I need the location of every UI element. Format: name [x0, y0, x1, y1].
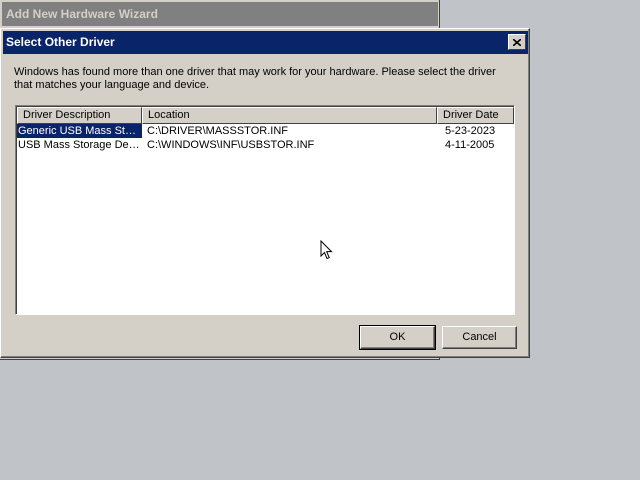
select-other-driver-dialog: Select Other Driver Windows has found mo…: [0, 28, 530, 358]
driver-row-usb-mass-storage[interactable]: USB Mass Storage Device C:\WINDOWS\INF\U…: [17, 138, 514, 152]
close-button[interactable]: [508, 34, 526, 50]
driver-date: 4-11-2005: [445, 139, 495, 151]
dialog-titlebar[interactable]: Select Other Driver: [3, 31, 528, 54]
column-location[interactable]: Location: [142, 107, 437, 124]
ok-button[interactable]: OK: [359, 325, 436, 350]
wizard-title: Add New Hardware Wizard: [2, 2, 438, 26]
instruction-text: Windows has found more than one driver t…: [14, 66, 496, 91]
cancel-button[interactable]: Cancel: [442, 326, 517, 349]
driver-location: C:\DRIVER\MASSSTOR.INF: [147, 125, 288, 137]
driver-row-generic-usb[interactable]: Generic USB Mass Storage Device C:\DRIVE…: [17, 124, 514, 138]
column-driver-date[interactable]: Driver Date: [437, 107, 514, 124]
driver-location: C:\WINDOWS\INF\USBSTOR.INF: [147, 139, 315, 151]
column-driver-description[interactable]: Driver Description: [17, 107, 142, 124]
dialog-title: Select Other Driver: [6, 35, 115, 49]
driver-list-header: Driver Description Location Driver Date: [17, 107, 514, 124]
driver-description: USB Mass Storage Device: [18, 139, 142, 151]
driver-description: Generic USB Mass Storage Device: [17, 124, 142, 138]
mouse-cursor-icon: [320, 240, 333, 260]
close-icon: [513, 38, 521, 46]
driver-date: 5-23-2023: [445, 125, 496, 137]
driver-list[interactable]: Driver Description Location Driver Date …: [15, 105, 515, 315]
